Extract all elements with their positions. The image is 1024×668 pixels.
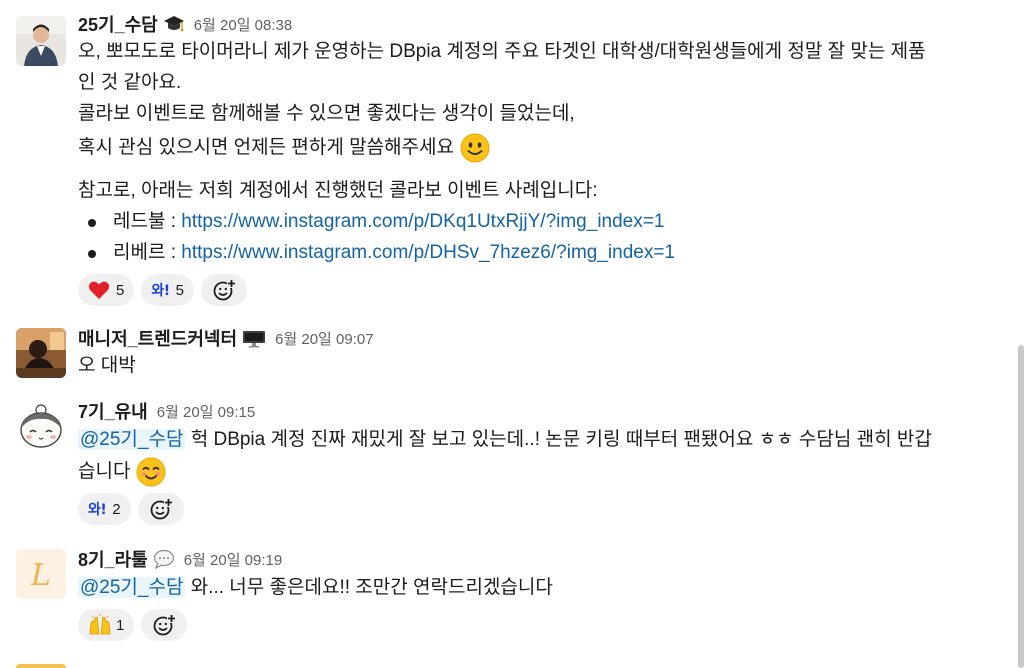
message-header: 매니저_트렌드커넥터 6월 20일 09:07 — [78, 326, 1010, 350]
message-text: 와... 너무 좋은데요!! 조만간 연락드리겠습니다 — [185, 577, 553, 598]
reaction-wa[interactable]: 와! 5 — [141, 274, 194, 306]
link-list: 레드불 : https://www.instagram.com/p/DKq1Ut… — [78, 206, 1010, 268]
add-reaction-icon — [149, 497, 173, 521]
message-text-line: 인 것 같아요. — [78, 72, 182, 93]
next-message-avatar-partial — [16, 664, 66, 668]
message-text-line: 콜라보 이벤트로 함께해볼 수 있으면 좋겠다는 생각이 들었는데, — [78, 103, 575, 124]
add-reaction-icon — [152, 613, 177, 637]
list-item: 리베르 : https://www.instagram.com/p/DHSv_7… — [78, 237, 1010, 268]
heart-icon — [88, 280, 110, 300]
reaction-wa[interactable]: 와! 2 — [78, 493, 131, 525]
raised-hands-icon — [88, 614, 112, 636]
computer-monitor-icon — [242, 328, 266, 348]
avatar-letter: L — [30, 558, 51, 593]
message-text: 헉 DBpia 계정 진짜 재밌게 잘 보고 있는데..! 논문 키링 때부터 … — [185, 429, 932, 450]
message-text-line: 습니다 — [78, 455, 1010, 488]
timestamp[interactable]: 6월 20일 09:15 — [157, 401, 256, 422]
timestamp[interactable]: 6월 20일 09:19 — [184, 549, 283, 570]
message-text: 혹시 관심 있으시면 언제든 편하게 말씀해주세요 — [78, 137, 454, 158]
add-reaction-button[interactable] — [141, 609, 188, 641]
reaction-count: 5 — [175, 281, 184, 299]
speech-bubble-icon — [153, 549, 175, 569]
wa-emoji-icon: 와! — [88, 502, 107, 518]
author-name[interactable]: 7기_유내 — [78, 398, 148, 424]
list-item: 레드불 : https://www.instagram.com/p/DKq1Ut… — [78, 206, 1010, 237]
add-reaction-button[interactable] — [137, 493, 184, 525]
message-header: 8기_라툴 6월 20일 09:19 — [78, 547, 1010, 571]
list-item-label: 리베르 : — [113, 242, 182, 263]
instagram-link[interactable]: https://www.instagram.com/p/DHSv_7hzez6/… — [181, 242, 675, 263]
reaction-count: 1 — [116, 616, 125, 634]
message-text-line: 오 대박 — [78, 355, 136, 376]
author-name[interactable]: 25기_수담 — [78, 11, 158, 37]
avatar-manager[interactable] — [16, 328, 66, 378]
message-header: 7기_유내 6월 20일 09:15 — [78, 399, 1010, 423]
reaction-count: 5 — [116, 281, 125, 299]
message-text-line: 오, 뽀모도로 타이머라니 제가 운영하는 DBpia 계정의 주요 타겟인 대… — [78, 41, 926, 62]
author-name[interactable]: 매니저_트렌드커넥터 — [78, 325, 237, 351]
avatar-suddam[interactable] — [16, 16, 66, 66]
user-mention[interactable]: @25기_수담 — [78, 429, 186, 450]
avatar-ratool[interactable]: L — [16, 549, 66, 599]
reaction-raised-hands[interactable]: 1 — [78, 609, 135, 641]
message-text-line: @25기_수담 와... 너무 좋은데요!! 조만간 연락드리겠습니다 — [78, 572, 1010, 603]
user-mention[interactable]: @25기_수담 — [78, 577, 186, 598]
add-reaction-icon — [212, 278, 236, 302]
reaction-heart[interactable]: 5 — [78, 274, 135, 306]
list-item-label: 레드불 : — [113, 211, 182, 232]
message-header: 25기_수담 6월 20일 08:38 — [78, 12, 1010, 36]
avatar-yunae[interactable] — [16, 401, 66, 451]
smiling-face-icon — [136, 457, 166, 487]
reaction-bar: 와! 2 — [78, 493, 1010, 525]
scrollbar-thumb[interactable] — [1018, 345, 1024, 668]
message-text-line: 참고로, 아래는 저희 계정에서 진행했던 콜라보 이벤트 사례입니다: — [78, 180, 598, 201]
message-text-line: @25기_수담 헉 DBpia 계정 진짜 재밌게 잘 보고 있는데..! 논문… — [78, 424, 1010, 455]
reaction-count: 2 — [112, 500, 121, 518]
timestamp[interactable]: 6월 20일 09:07 — [275, 328, 374, 349]
instagram-link[interactable]: https://www.instagram.com/p/DKq1UtxRjjY/… — [181, 211, 664, 232]
add-reaction-button[interactable] — [200, 274, 247, 306]
reaction-bar: 5 와! 5 — [78, 274, 1010, 306]
message-text: 습니다 — [78, 461, 131, 482]
reaction-bar: 1 — [78, 609, 1010, 641]
author-name[interactable]: 8기_라툴 — [78, 546, 148, 572]
slightly-smiling-face-icon — [460, 133, 490, 163]
graduation-cap-icon — [163, 14, 185, 34]
timestamp[interactable]: 6월 20일 08:38 — [194, 14, 293, 35]
message-text-line: 혹시 관심 있으시면 언제든 편하게 말씀해주세요 — [78, 129, 1010, 166]
wa-emoji-icon: 와! — [151, 283, 170, 299]
